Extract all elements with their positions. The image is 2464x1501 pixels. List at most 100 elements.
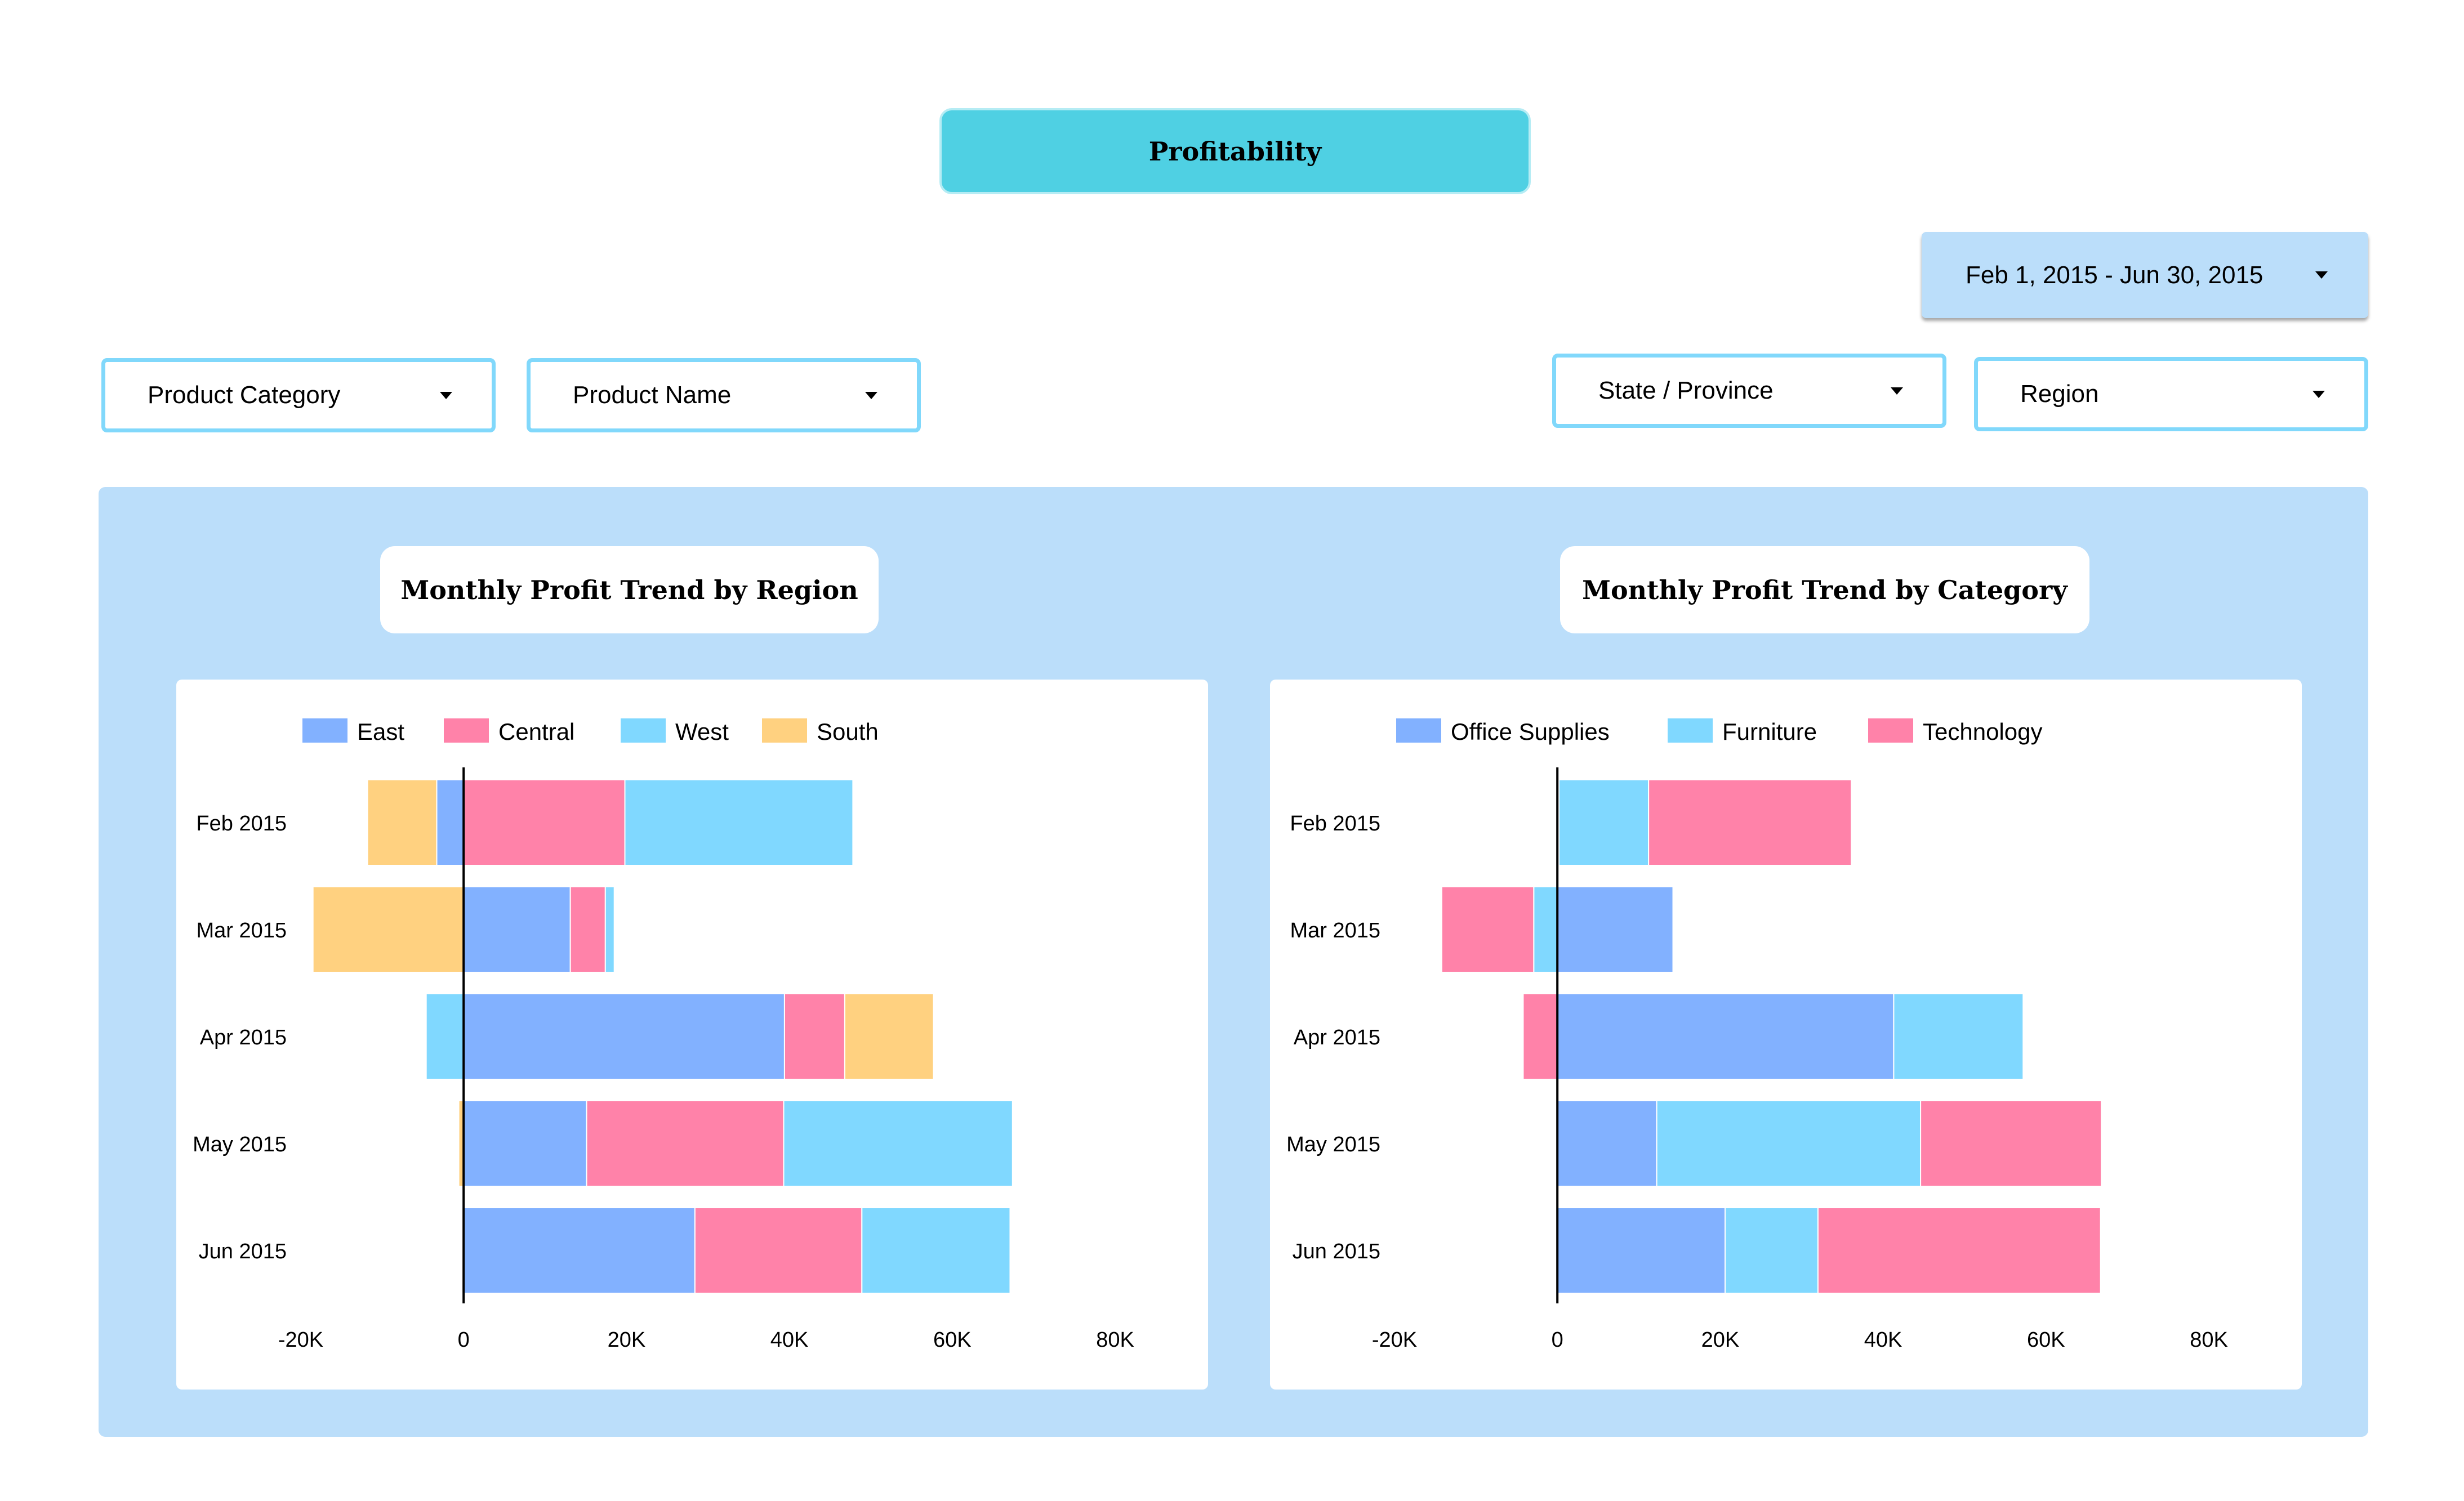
legend-item-south[interactable]: South <box>762 718 879 745</box>
x-tick-label: 0 <box>1552 1328 1563 1352</box>
legend-swatch <box>1668 718 1713 743</box>
x-tick-label: 60K <box>933 1328 972 1352</box>
x-tick-label: 20K <box>1701 1328 1740 1352</box>
bar-technology-may-2015[interactable] <box>1920 1100 2102 1187</box>
legend-label: West <box>675 718 729 745</box>
chart-title-card-region: Monthly Profit Trend by Region <box>380 546 879 633</box>
x-tick-label: 80K <box>1096 1328 1134 1352</box>
caret-down-icon <box>1891 387 1903 395</box>
bar-office-supplies-jun-2015[interactable] <box>1557 1207 1726 1294</box>
bar-furniture-feb-2015[interactable] <box>1558 779 1650 866</box>
chart-title-card-category: Monthly Profit Trend by Category <box>1560 546 2089 633</box>
caret-down-icon <box>2315 271 2328 279</box>
bar-technology-jun-2015[interactable] <box>1817 1207 2101 1294</box>
y-tick-label: Mar 2015 <box>1290 919 1380 942</box>
chart-card-category: Office Supplies Furniture Technology Feb 20… <box>1270 680 2302 1390</box>
bar-office-supplies-mar-2015[interactable] <box>1557 886 1674 973</box>
y-tick-label: Mar 2015 <box>196 919 287 942</box>
legend-item-furniture[interactable]: Furniture <box>1668 718 1817 745</box>
x-tick-label: 40K <box>1864 1328 1902 1352</box>
bar-south-feb-2015[interactable] <box>367 779 438 866</box>
legend-swatch <box>302 718 347 743</box>
bar-south-apr-2015[interactable] <box>844 993 934 1080</box>
filter-product-name[interactable]: Product Name <box>527 358 921 432</box>
filter-label: State / Province <box>1598 377 1774 404</box>
bar-technology-mar-2015[interactable] <box>1441 886 1535 973</box>
filter-product-category[interactable]: Product Category <box>101 358 496 432</box>
bar-central-apr-2015[interactable] <box>783 993 845 1080</box>
bar-central-mar-2015[interactable] <box>569 886 606 973</box>
bar-east-apr-2015[interactable] <box>463 993 785 1080</box>
caret-down-icon <box>440 391 452 399</box>
bar-central-feb-2015[interactable] <box>463 779 626 866</box>
legend-item-office-supplies[interactable]: Office Supplies <box>1396 718 1610 745</box>
bar-furniture-mar-2015[interactable] <box>1533 886 1558 973</box>
y-tick-label: May 2015 <box>1286 1133 1380 1156</box>
legend-swatch <box>621 718 666 743</box>
legend-swatch <box>1396 718 1441 743</box>
bar-west-may-2015[interactable] <box>783 1100 1013 1187</box>
filter-label: Product Name <box>573 381 732 409</box>
legend-item-central[interactable]: Central <box>444 718 574 745</box>
x-tick-label: 20K <box>608 1328 646 1352</box>
date-range-label: Feb 1, 2015 - Jun 30, 2015 <box>1966 261 2264 289</box>
legend-label: East <box>357 718 404 745</box>
bar-west-feb-2015[interactable] <box>624 779 854 866</box>
bar-west-apr-2015[interactable] <box>425 993 465 1080</box>
chart-title-category: Monthly Profit Trend by Category <box>1582 574 2068 605</box>
bar-east-jun-2015[interactable] <box>463 1207 696 1294</box>
profit-by-category-chart: Office Supplies Furniture Technology Feb 20… <box>1286 718 2228 1352</box>
x-tick-label: -20K <box>278 1328 323 1352</box>
bar-east-mar-2015[interactable] <box>463 886 571 973</box>
y-tick-label: Apr 2015 <box>1294 1026 1380 1049</box>
filter-region[interactable]: Region <box>1974 357 2368 431</box>
y-tick-label: Jun 2015 <box>199 1240 287 1263</box>
bar-furniture-may-2015[interactable] <box>1656 1100 1922 1187</box>
x-tick-label: 80K <box>2190 1328 2228 1352</box>
bar-office-supplies-apr-2015[interactable] <box>1557 993 1895 1080</box>
filter-state-province[interactable]: State / Province <box>1552 354 1946 428</box>
legend-label: Office Supplies <box>1451 718 1610 745</box>
caret-down-icon <box>865 391 877 399</box>
date-range-picker[interactable]: Feb 1, 2015 - Jun 30, 2015 <box>1922 232 2368 318</box>
bar-furniture-jun-2015[interactable] <box>1725 1207 1819 1294</box>
bar-south-mar-2015[interactable] <box>312 886 465 973</box>
y-tick-label: May 2015 <box>193 1133 287 1156</box>
bar-central-jun-2015[interactable] <box>694 1207 863 1294</box>
y-tick-label: Feb 2015 <box>196 812 287 836</box>
page-title-banner: Profitability <box>939 108 1531 194</box>
bar-technology-feb-2015[interactable] <box>1648 779 1852 866</box>
x-tick-label: 0 <box>458 1328 470 1352</box>
bar-furniture-apr-2015[interactable] <box>1893 993 2024 1080</box>
y-tick-label: Jun 2015 <box>1293 1240 1380 1263</box>
legend-swatch <box>762 718 807 743</box>
profit-by-region-chart: East Central West South Feb 2015 Mar 2015 Apr … <box>193 718 1134 1352</box>
bar-central-may-2015[interactable] <box>586 1100 785 1187</box>
filter-label: Region <box>2020 380 2099 408</box>
bar-east-may-2015[interactable] <box>463 1100 587 1187</box>
legend-item-east[interactable]: East <box>302 718 404 745</box>
x-tick-label: 40K <box>770 1328 809 1352</box>
chart-title-region: Monthly Profit Trend by Region <box>400 574 858 605</box>
x-tick-label: -20K <box>1372 1328 1417 1352</box>
chart-card-region: East Central West South Feb 2015 Mar 2015 Apr … <box>176 680 1208 1390</box>
x-tick-label: 60K <box>2027 1328 2065 1352</box>
legend-item-technology[interactable]: Technology <box>1868 718 2042 745</box>
legend-label: Technology <box>1923 718 2042 745</box>
legend-label: Central <box>498 718 574 745</box>
bar-west-mar-2015[interactable] <box>604 886 615 973</box>
bar-west-jun-2015[interactable] <box>861 1207 1011 1294</box>
bar-technology-apr-2015[interactable] <box>1522 993 1558 1080</box>
filter-label: Product Category <box>148 381 341 409</box>
legend-label: Furniture <box>1722 718 1817 745</box>
page-title: Profitability <box>1148 136 1322 167</box>
caret-down-icon <box>2312 390 2325 398</box>
y-tick-label: Feb 2015 <box>1290 812 1380 836</box>
bar-east-feb-2015[interactable] <box>436 779 465 866</box>
legend-swatch <box>444 718 489 743</box>
bar-office-supplies-may-2015[interactable] <box>1557 1100 1657 1187</box>
y-tick-label: Apr 2015 <box>200 1026 287 1049</box>
legend-label: South <box>817 718 879 745</box>
legend-swatch <box>1868 718 1913 743</box>
legend-item-west[interactable]: West <box>621 718 729 745</box>
